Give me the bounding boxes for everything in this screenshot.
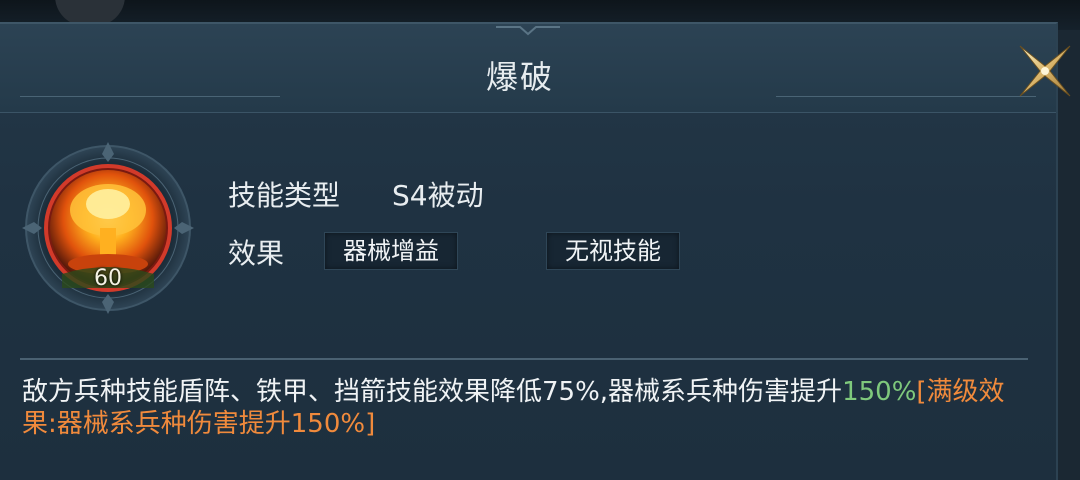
skill-type-value: S4被动 bbox=[392, 179, 484, 212]
skill-description: 敌方兵种技能盾阵、铁甲、挡箭技能效果降低75%,器械系兵种伤害提升150%[满级… bbox=[22, 376, 1032, 440]
skill-dialog: 爆破 60 技能类型 S4被动 效果 器械增益 无视技能 敌方兵种技能盾阵、铁甲… bbox=[0, 22, 1058, 480]
effect-tag: 器械增益 bbox=[324, 232, 458, 270]
divider bbox=[20, 358, 1028, 360]
title-ornament bbox=[496, 26, 560, 36]
dialog-title: 爆破 bbox=[485, 58, 554, 96]
close-icon[interactable] bbox=[1016, 42, 1074, 100]
effect-tag: 无视技能 bbox=[546, 232, 680, 270]
dialog-title-bar: 爆破 bbox=[0, 24, 1056, 113]
skill-level: 60 bbox=[94, 266, 122, 291]
skill-type-label: 技能类型 bbox=[228, 179, 341, 212]
description-main: 敌方兵种技能盾阵、铁甲、挡箭技能效果降低75%,器械系兵种伤害提升 bbox=[22, 377, 843, 407]
effect-label: 效果 bbox=[228, 237, 285, 270]
skill-icon-frame: 60 bbox=[22, 142, 194, 314]
description-highlight: 150% bbox=[842, 377, 917, 407]
